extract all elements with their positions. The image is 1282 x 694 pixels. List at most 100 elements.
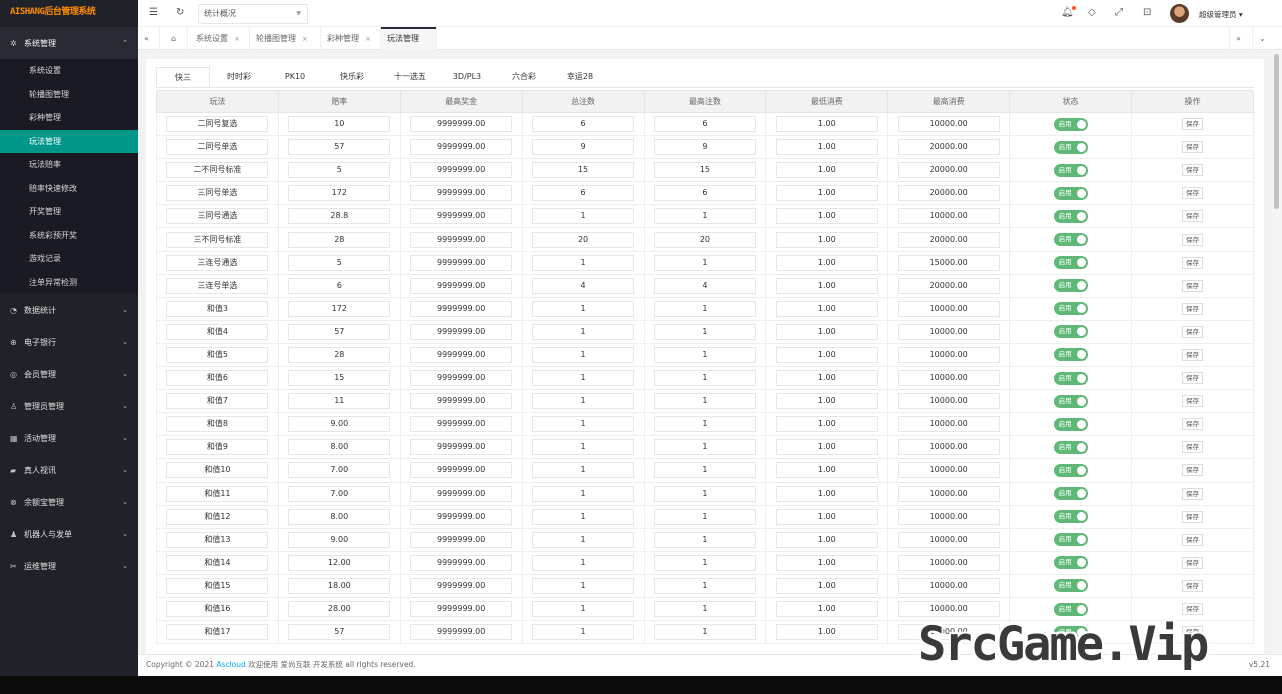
- odds-field[interactable]: 8.00: [288, 508, 391, 525]
- save-button[interactable]: 保存: [1182, 118, 1203, 131]
- play-name-field[interactable]: 和值16: [166, 601, 269, 618]
- play-name-field[interactable]: 和值15: [166, 577, 269, 594]
- odds-field[interactable]: 12.00: [288, 554, 391, 571]
- max-bets-field[interactable]: 6: [653, 185, 756, 202]
- status-toggle[interactable]: 启用: [1053, 163, 1088, 177]
- sidebar-group[interactable]: ⊗ 余额宝管理 ⌄: [0, 486, 138, 518]
- play-name-field[interactable]: 和值17: [166, 624, 269, 641]
- lottery-tab[interactable]: 3D/PL3: [439, 67, 495, 87]
- save-button[interactable]: 保存: [1182, 164, 1203, 177]
- play-name-field[interactable]: 三同号单选: [166, 185, 269, 202]
- max-prize-field[interactable]: 9999999.00: [410, 208, 513, 225]
- min-spend-field[interactable]: 1.00: [775, 624, 878, 641]
- play-name-field[interactable]: 二同号复选: [166, 116, 269, 133]
- status-toggle[interactable]: 启用: [1053, 510, 1088, 524]
- sidebar-item[interactable]: 系统彩预开奖: [0, 224, 138, 248]
- lottery-tab[interactable]: 快乐彩: [324, 67, 380, 87]
- lottery-tab[interactable]: 时时彩: [212, 67, 266, 87]
- max-prize-field[interactable]: 9999999.00: [410, 300, 513, 317]
- sidebar-group[interactable]: ♙ 管理员管理 ⌄: [0, 390, 138, 422]
- total-bets-field[interactable]: 1: [532, 462, 635, 479]
- min-spend-field[interactable]: 1.00: [775, 185, 878, 202]
- page-tab[interactable]: 轮播图管理 ×: [250, 27, 321, 50]
- max-prize-field[interactable]: 9999999.00: [410, 624, 513, 641]
- save-button[interactable]: 保存: [1182, 418, 1203, 431]
- save-button[interactable]: 保存: [1182, 372, 1203, 385]
- odds-field[interactable]: 9.00: [288, 531, 391, 548]
- min-spend-field[interactable]: 1.00: [775, 231, 878, 248]
- status-toggle[interactable]: 启用: [1053, 186, 1088, 200]
- max-prize-field[interactable]: 9999999.00: [410, 601, 513, 618]
- status-toggle[interactable]: 启用: [1053, 394, 1088, 408]
- max-bets-field[interactable]: 6: [653, 116, 756, 133]
- max-spend-field[interactable]: 10000.00: [897, 208, 1000, 225]
- save-button[interactable]: 保存: [1182, 279, 1203, 292]
- odds-field[interactable]: 15: [288, 370, 391, 387]
- save-button[interactable]: 保存: [1182, 441, 1203, 454]
- status-toggle[interactable]: 启用: [1053, 602, 1088, 616]
- odds-field[interactable]: 28: [288, 346, 391, 363]
- max-prize-field[interactable]: 9999999.00: [410, 139, 513, 156]
- min-spend-field[interactable]: 1.00: [775, 393, 878, 410]
- scrollbar-thumb[interactable]: [1274, 54, 1279, 209]
- max-spend-field[interactable]: 20000.00: [897, 185, 1000, 202]
- total-bets-field[interactable]: 1: [532, 577, 635, 594]
- status-toggle[interactable]: 启用: [1053, 348, 1088, 362]
- overview-select[interactable]: 统计概况 ▼: [198, 4, 308, 24]
- status-toggle[interactable]: 启用: [1053, 325, 1088, 339]
- max-bets-field[interactable]: 1: [653, 208, 756, 225]
- fullscreen-icon[interactable]: ⤢: [1115, 7, 1123, 18]
- max-bets-field[interactable]: 15: [653, 162, 756, 179]
- total-bets-field[interactable]: 1: [532, 624, 635, 641]
- max-prize-field[interactable]: 9999999.00: [410, 254, 513, 271]
- tabs-menu-chevron-icon[interactable]: ⌄: [1253, 27, 1282, 50]
- status-toggle[interactable]: 启用: [1053, 279, 1088, 293]
- max-spend-field[interactable]: 10000.00: [897, 531, 1000, 548]
- status-toggle[interactable]: 启用: [1053, 209, 1088, 223]
- min-spend-field[interactable]: 1.00: [775, 116, 878, 133]
- max-spend-field[interactable]: 10000.00: [897, 393, 1000, 410]
- play-name-field[interactable]: 三连号单选: [166, 277, 269, 294]
- total-bets-field[interactable]: 9: [532, 139, 635, 156]
- save-button[interactable]: 保存: [1182, 556, 1203, 569]
- total-bets-field[interactable]: 1: [532, 323, 635, 340]
- sidebar-item[interactable]: 系统设置: [0, 59, 138, 83]
- min-spend-field[interactable]: 1.00: [775, 346, 878, 363]
- status-toggle[interactable]: 启用: [1053, 487, 1088, 501]
- max-spend-field[interactable]: 10000.00: [897, 116, 1000, 133]
- status-toggle[interactable]: 启用: [1053, 556, 1088, 570]
- max-spend-field[interactable]: 20000.00: [897, 231, 1000, 248]
- max-spend-field[interactable]: 10000.00: [897, 554, 1000, 571]
- play-name-field[interactable]: 三同号通选: [166, 208, 269, 225]
- max-bets-field[interactable]: 1: [653, 554, 756, 571]
- max-spend-field[interactable]: 10000.00: [897, 346, 1000, 363]
- max-spend-field[interactable]: 10000.00: [897, 439, 1000, 456]
- total-bets-field[interactable]: 1: [532, 508, 635, 525]
- total-bets-field[interactable]: 1: [532, 370, 635, 387]
- max-bets-field[interactable]: 1: [653, 323, 756, 340]
- max-prize-field[interactable]: 9999999.00: [410, 462, 513, 479]
- play-name-field[interactable]: 三连号通选: [166, 254, 269, 271]
- play-name-field[interactable]: 和值11: [166, 485, 269, 502]
- min-spend-field[interactable]: 1.00: [775, 277, 878, 294]
- close-icon[interactable]: ×: [234, 35, 240, 43]
- play-name-field[interactable]: 和值7: [166, 393, 269, 410]
- save-button[interactable]: 保存: [1182, 187, 1203, 200]
- odds-field[interactable]: 7.00: [288, 462, 391, 479]
- max-bets-field[interactable]: 1: [653, 300, 756, 317]
- play-name-field[interactable]: 和值4: [166, 323, 269, 340]
- total-bets-field[interactable]: 1: [532, 554, 635, 571]
- odds-field[interactable]: 5: [288, 162, 391, 179]
- max-spend-field[interactable]: 15000.00: [897, 254, 1000, 271]
- total-bets-field[interactable]: 1: [532, 485, 635, 502]
- min-spend-field[interactable]: 1.00: [775, 508, 878, 525]
- status-toggle[interactable]: 启用: [1053, 140, 1088, 154]
- odds-field[interactable]: 57: [288, 139, 391, 156]
- status-toggle[interactable]: 启用: [1053, 302, 1088, 316]
- lottery-tab[interactable]: 六合彩: [497, 67, 551, 87]
- avatar[interactable]: [1170, 4, 1189, 23]
- max-prize-field[interactable]: 9999999.00: [410, 577, 513, 594]
- sidebar-group[interactable]: ▰ 真人视讯 ⌄: [0, 454, 138, 486]
- max-prize-field[interactable]: 9999999.00: [410, 323, 513, 340]
- play-name-field[interactable]: 二同号单选: [166, 139, 269, 156]
